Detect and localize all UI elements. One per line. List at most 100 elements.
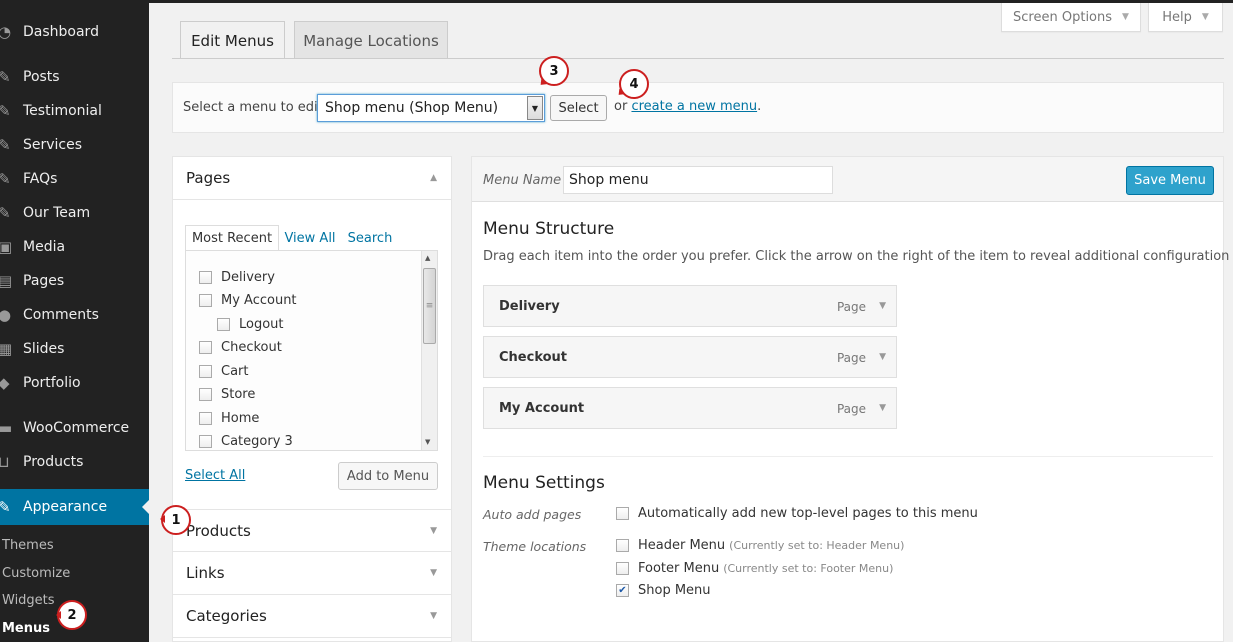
location-shop-menu[interactable]: ✔ Shop Menu	[616, 583, 711, 598]
pin-icon: ✎	[0, 170, 11, 188]
create-menu-text: or create a new menu.	[614, 99, 761, 114]
chevron-down-icon[interactable]: ▼	[879, 403, 886, 413]
theme-locations-label: Theme locations	[483, 539, 587, 554]
checkbox[interactable]	[199, 340, 212, 354]
page-label: My Account	[221, 292, 297, 308]
select-button[interactable]: Select	[550, 95, 607, 121]
location-name: Shop Menu	[638, 583, 711, 598]
add-to-menu-button[interactable]: Add to Menu	[338, 462, 438, 490]
sidebar-item-faqs[interactable]: ✎ FAQs	[0, 162, 149, 196]
sidebar-item-label: Slides	[23, 341, 65, 357]
checkbox[interactable]	[199, 293, 212, 307]
accordion-categories-header[interactable]: Categories ▼	[173, 595, 451, 638]
list-item[interactable]: Home	[199, 408, 259, 428]
menu-select-dropdown[interactable]: Shop menu (Shop Menu) ▼	[317, 94, 545, 122]
chevron-down-icon[interactable]: ▼	[879, 352, 886, 362]
checkbox[interactable]	[199, 270, 212, 284]
scroll-up-icon[interactable]: ▲	[425, 254, 430, 262]
cart-icon: ⊔	[0, 453, 10, 471]
sidebar-item-dashboard[interactable]: ◔ Dashboard	[0, 15, 149, 49]
list-item[interactable]: My Account	[199, 290, 297, 310]
accordion-products-header[interactable]: Products ▼	[173, 509, 451, 552]
auto-add-option[interactable]: Automatically add new top-level pages to…	[616, 506, 978, 521]
sidebar-item-testimonial[interactable]: ✎ Testimonial	[0, 94, 149, 128]
annotation-callout-3: 3	[539, 56, 569, 86]
accordion-links-header[interactable]: Links ▼	[173, 552, 451, 595]
dropdown-arrow-icon[interactable]: ▼	[527, 96, 543, 120]
page-label: Store	[221, 386, 256, 402]
list-item[interactable]: Category 3	[199, 431, 293, 450]
sidebar-item-services[interactable]: ✎ Services	[0, 128, 149, 162]
checkbox[interactable]	[217, 317, 230, 331]
submenu-item-customize[interactable]: Customize	[0, 560, 149, 588]
auto-add-text: Automatically add new top-level pages to…	[638, 506, 978, 521]
list-item[interactable]: Store	[199, 384, 255, 404]
create-new-menu-link[interactable]: create a new menu	[631, 99, 757, 114]
checkbox[interactable]	[199, 387, 212, 401]
sidebar-item-slides[interactable]: ▦ Slides	[0, 332, 149, 366]
sidebar-item-label: Portfolio	[23, 375, 81, 391]
location-header-menu[interactable]: Header Menu (Currently set to: Header Men…	[616, 538, 904, 553]
accordion-pages-header[interactable]: Pages ▲	[173, 157, 451, 200]
tab-manage-locations[interactable]: Manage Locations	[294, 21, 448, 59]
list-item[interactable]: Delivery	[199, 267, 275, 287]
checkbox[interactable]	[199, 411, 212, 425]
accordion-title: Products	[186, 521, 251, 540]
location-name: Header Menu	[638, 538, 726, 553]
menu-item-delivery[interactable]: Delivery Page ▼	[483, 285, 897, 327]
location-note: (Currently set to: Footer Menu)	[723, 562, 894, 575]
chevron-up-icon: ▲	[430, 173, 437, 183]
submenu-item-themes[interactable]: Themes	[0, 532, 149, 560]
menu-item-my-account[interactable]: My Account Page ▼	[483, 387, 897, 429]
annotation-callout-2: 2	[56, 600, 87, 630]
sidebar-item-comments[interactable]: ● Comments	[0, 298, 149, 332]
list-item[interactable]: Cart	[199, 361, 249, 381]
tab-most-recent[interactable]: Most Recent	[185, 225, 279, 251]
sidebar-item-portfolio[interactable]: ◆ Portfolio	[0, 366, 149, 400]
menu-item-title: Checkout	[499, 350, 568, 365]
accordion-title: Categories	[186, 607, 267, 625]
checkbox[interactable]	[616, 539, 629, 552]
select-all-link[interactable]: Select All	[185, 468, 245, 483]
menu-settings-title: Menu Settings	[483, 473, 605, 493]
admin-sidebar: ◔ Dashboard ✎ Posts ✎ Testimonial ✎ Services…	[0, 0, 150, 642]
chevron-down-icon: ▼	[430, 568, 437, 578]
save-menu-button[interactable]: Save Menu	[1126, 166, 1214, 195]
sidebar-item-pages[interactable]: ▤ Pages	[0, 264, 149, 298]
menu-name-input[interactable]: Shop menu	[563, 166, 833, 194]
tab-edit-menus[interactable]: Edit Menus	[180, 21, 285, 59]
or-label: or	[614, 99, 628, 114]
checkbox[interactable]	[199, 434, 212, 448]
scrollbar[interactable]: ▲ ≡ ▼	[421, 251, 437, 450]
sidebar-item-media[interactable]: ▣ Media	[0, 230, 149, 264]
checkbox[interactable]	[616, 507, 629, 520]
list-item[interactable]: Logout	[217, 314, 284, 334]
location-footer-menu[interactable]: Footer Menu (Currently set to: Footer Men…	[616, 561, 893, 576]
screen-options-button[interactable]: Screen Options ▼	[1001, 3, 1141, 32]
period-text: .	[757, 99, 762, 114]
auto-add-label: Auto add pages	[483, 507, 582, 522]
sidebar-item-products[interactable]: ⊔ Products	[0, 445, 149, 479]
sidebar-item-appearance[interactable]: ✎ Appearance	[0, 489, 150, 525]
sidebar-item-woocommerce[interactable]: ▬ WooCommerce	[0, 411, 149, 445]
portfolio-icon: ◆	[0, 374, 10, 392]
tab-view-all[interactable]: View All	[281, 225, 339, 251]
sidebar-item-posts[interactable]: ✎ Posts	[0, 60, 149, 94]
chevron-down-icon[interactable]: ▼	[879, 301, 886, 311]
scroll-thumb[interactable]: ≡	[423, 268, 436, 344]
tab-divider	[172, 58, 1224, 59]
scroll-down-icon[interactable]: ▼	[425, 438, 430, 446]
menu-editor: Menu Name Shop menu Save Menu Menu Struc…	[471, 156, 1233, 642]
help-label: Help	[1162, 9, 1192, 25]
list-item[interactable]: Checkout	[199, 337, 282, 357]
checkbox[interactable]	[199, 364, 212, 378]
page-label: Checkout	[221, 339, 282, 355]
checkbox[interactable]	[616, 562, 629, 575]
sidebar-item-label: Products	[23, 454, 84, 470]
tab-search[interactable]: Search	[344, 225, 396, 251]
checkbox-checked[interactable]: ✔	[616, 584, 629, 597]
help-button[interactable]: Help ▼	[1148, 3, 1223, 32]
active-indicator	[142, 499, 150, 515]
menu-item-checkout[interactable]: Checkout Page ▼	[483, 336, 897, 378]
sidebar-item-our-team[interactable]: ✎ Our Team	[0, 196, 149, 230]
